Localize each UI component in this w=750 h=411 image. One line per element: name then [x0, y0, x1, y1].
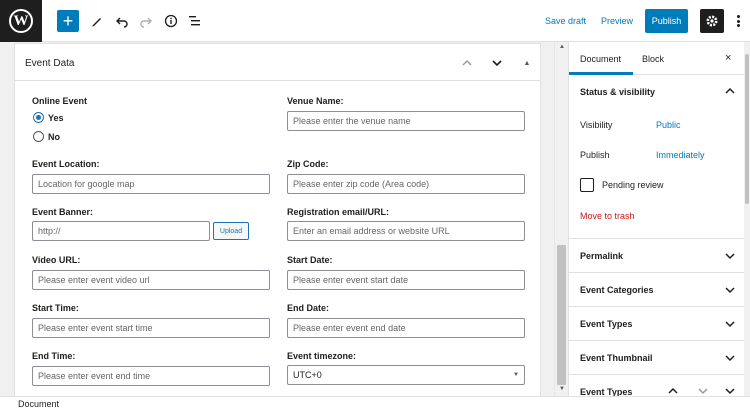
publish-label: Publish [580, 150, 610, 160]
status-visibility-title[interactable]: Status & visibility [580, 87, 655, 97]
metabox-header: Event Data ▲ [15, 43, 540, 81]
close-icon[interactable]: × [725, 52, 731, 64]
radio-yes[interactable] [33, 112, 44, 123]
breadcrumb[interactable]: Document [18, 399, 59, 409]
online-event-no[interactable]: No [33, 131, 60, 142]
timezone-label: Event timezone: [287, 351, 357, 361]
move-up-icon[interactable] [460, 56, 474, 70]
registration-label: Registration email/URL: [287, 207, 390, 217]
panel-event-categories[interactable]: Event Categories [580, 285, 654, 295]
chevron-down-icon[interactable] [724, 284, 736, 296]
panel-permalink[interactable]: Permalink [580, 251, 623, 261]
radio-no[interactable] [33, 131, 44, 142]
venue-name-input[interactable]: Please enter the venue name [287, 111, 525, 131]
chevron-up-icon[interactable] [724, 85, 736, 97]
registration-input[interactable]: Enter an email address or website URL [287, 221, 525, 241]
info-icon[interactable] [163, 10, 179, 32]
visibility-label: Visibility [580, 120, 613, 130]
scroll-up-icon[interactable]: ▲ [558, 44, 566, 50]
main-scrollbar-thumb[interactable] [557, 245, 566, 385]
add-block-button[interactable]: + [57, 10, 79, 32]
tab-block[interactable]: Block [642, 54, 664, 64]
panel-event-types[interactable]: Event Types [580, 319, 632, 329]
event-data-metabox: Event Data ▲ Online Event Yes No Event L… [14, 43, 541, 396]
wordpress-logo-icon[interactable]: W [0, 0, 42, 42]
settings-gear-icon[interactable] [700, 9, 724, 33]
editor-toolbar: W + Save draft Preview Publish [0, 0, 750, 42]
zip-code-input[interactable]: Please enter zip code (Area code) [287, 174, 525, 194]
online-event-yes[interactable]: Yes [33, 112, 64, 123]
end-date-input[interactable]: Please enter event end date [287, 318, 525, 338]
zip-code-label: Zip Code: [287, 159, 329, 169]
undo-icon[interactable] [114, 10, 130, 32]
list-view-icon[interactable] [187, 10, 203, 32]
online-event-label: Online Event [32, 96, 88, 106]
start-time-label: Start Time: [32, 303, 79, 313]
panel-event-thumbnail[interactable]: Event Thumbnail [580, 353, 653, 363]
event-location-label: Event Location: [32, 159, 100, 169]
chevron-down-icon[interactable] [724, 250, 736, 262]
start-date-label: Start Date: [287, 255, 333, 265]
video-url-label: Video URL: [32, 255, 81, 265]
end-time-input[interactable]: Please enter event end time [32, 366, 270, 386]
pending-review-checkbox[interactable] [580, 178, 594, 192]
active-tab-indicator [569, 72, 633, 75]
sidebar-tabs: Document Block × [569, 42, 750, 75]
settings-sidebar: Document Block × Status & visibility Vis… [568, 42, 750, 397]
end-time-label: End Time: [32, 351, 76, 361]
event-banner-input[interactable]: http:// [32, 221, 210, 241]
venue-name-label: Venue Name: [287, 96, 344, 106]
metabox-title: Event Data [25, 58, 75, 69]
editor-footer: Document [0, 396, 750, 411]
scroll-down-icon[interactable]: ▼ [558, 386, 566, 392]
event-location-input[interactable]: Location for google map [32, 174, 270, 194]
tab-document[interactable]: Document [580, 54, 621, 64]
radio-yes-label: Yes [48, 112, 64, 123]
sidebar-scrollbar-thumb[interactable] [745, 54, 749, 204]
end-date-label: End Date: [287, 303, 330, 313]
collapse-toggle-icon[interactable]: ▲ [520, 56, 534, 70]
save-draft-button[interactable]: Save draft [545, 16, 586, 26]
redo-icon[interactable] [138, 10, 154, 32]
visibility-value[interactable]: Public [656, 120, 681, 130]
publish-value[interactable]: Immediately [656, 150, 705, 160]
move-down-icon[interactable] [490, 56, 504, 70]
editor-canvas: Event Data ▲ Online Event Yes No Event L… [0, 42, 568, 396]
preview-button[interactable]: Preview [601, 16, 633, 26]
chevron-down-icon[interactable] [724, 318, 736, 330]
select-arrow-icon: ▼ [513, 372, 519, 378]
event-banner-label: Event Banner: [32, 207, 94, 217]
radio-no-label: No [48, 131, 60, 142]
start-time-input[interactable]: Please enter event start time [32, 318, 270, 338]
move-to-trash-button[interactable]: Move to trash [580, 211, 635, 221]
edit-pencil-icon[interactable] [89, 10, 105, 32]
upload-button[interactable]: Upload [213, 222, 249, 240]
start-date-input[interactable]: Please enter event start date [287, 270, 525, 290]
chevron-down-icon[interactable] [724, 352, 736, 364]
timezone-select[interactable]: UTC+0 ▼ [287, 365, 525, 385]
publish-button[interactable]: Publish [645, 9, 688, 33]
more-options-icon[interactable] [730, 12, 746, 30]
timezone-value: UTC+0 [293, 370, 322, 380]
pending-review-label: Pending review [602, 180, 664, 190]
video-url-input[interactable]: Please enter event video url [32, 270, 270, 290]
